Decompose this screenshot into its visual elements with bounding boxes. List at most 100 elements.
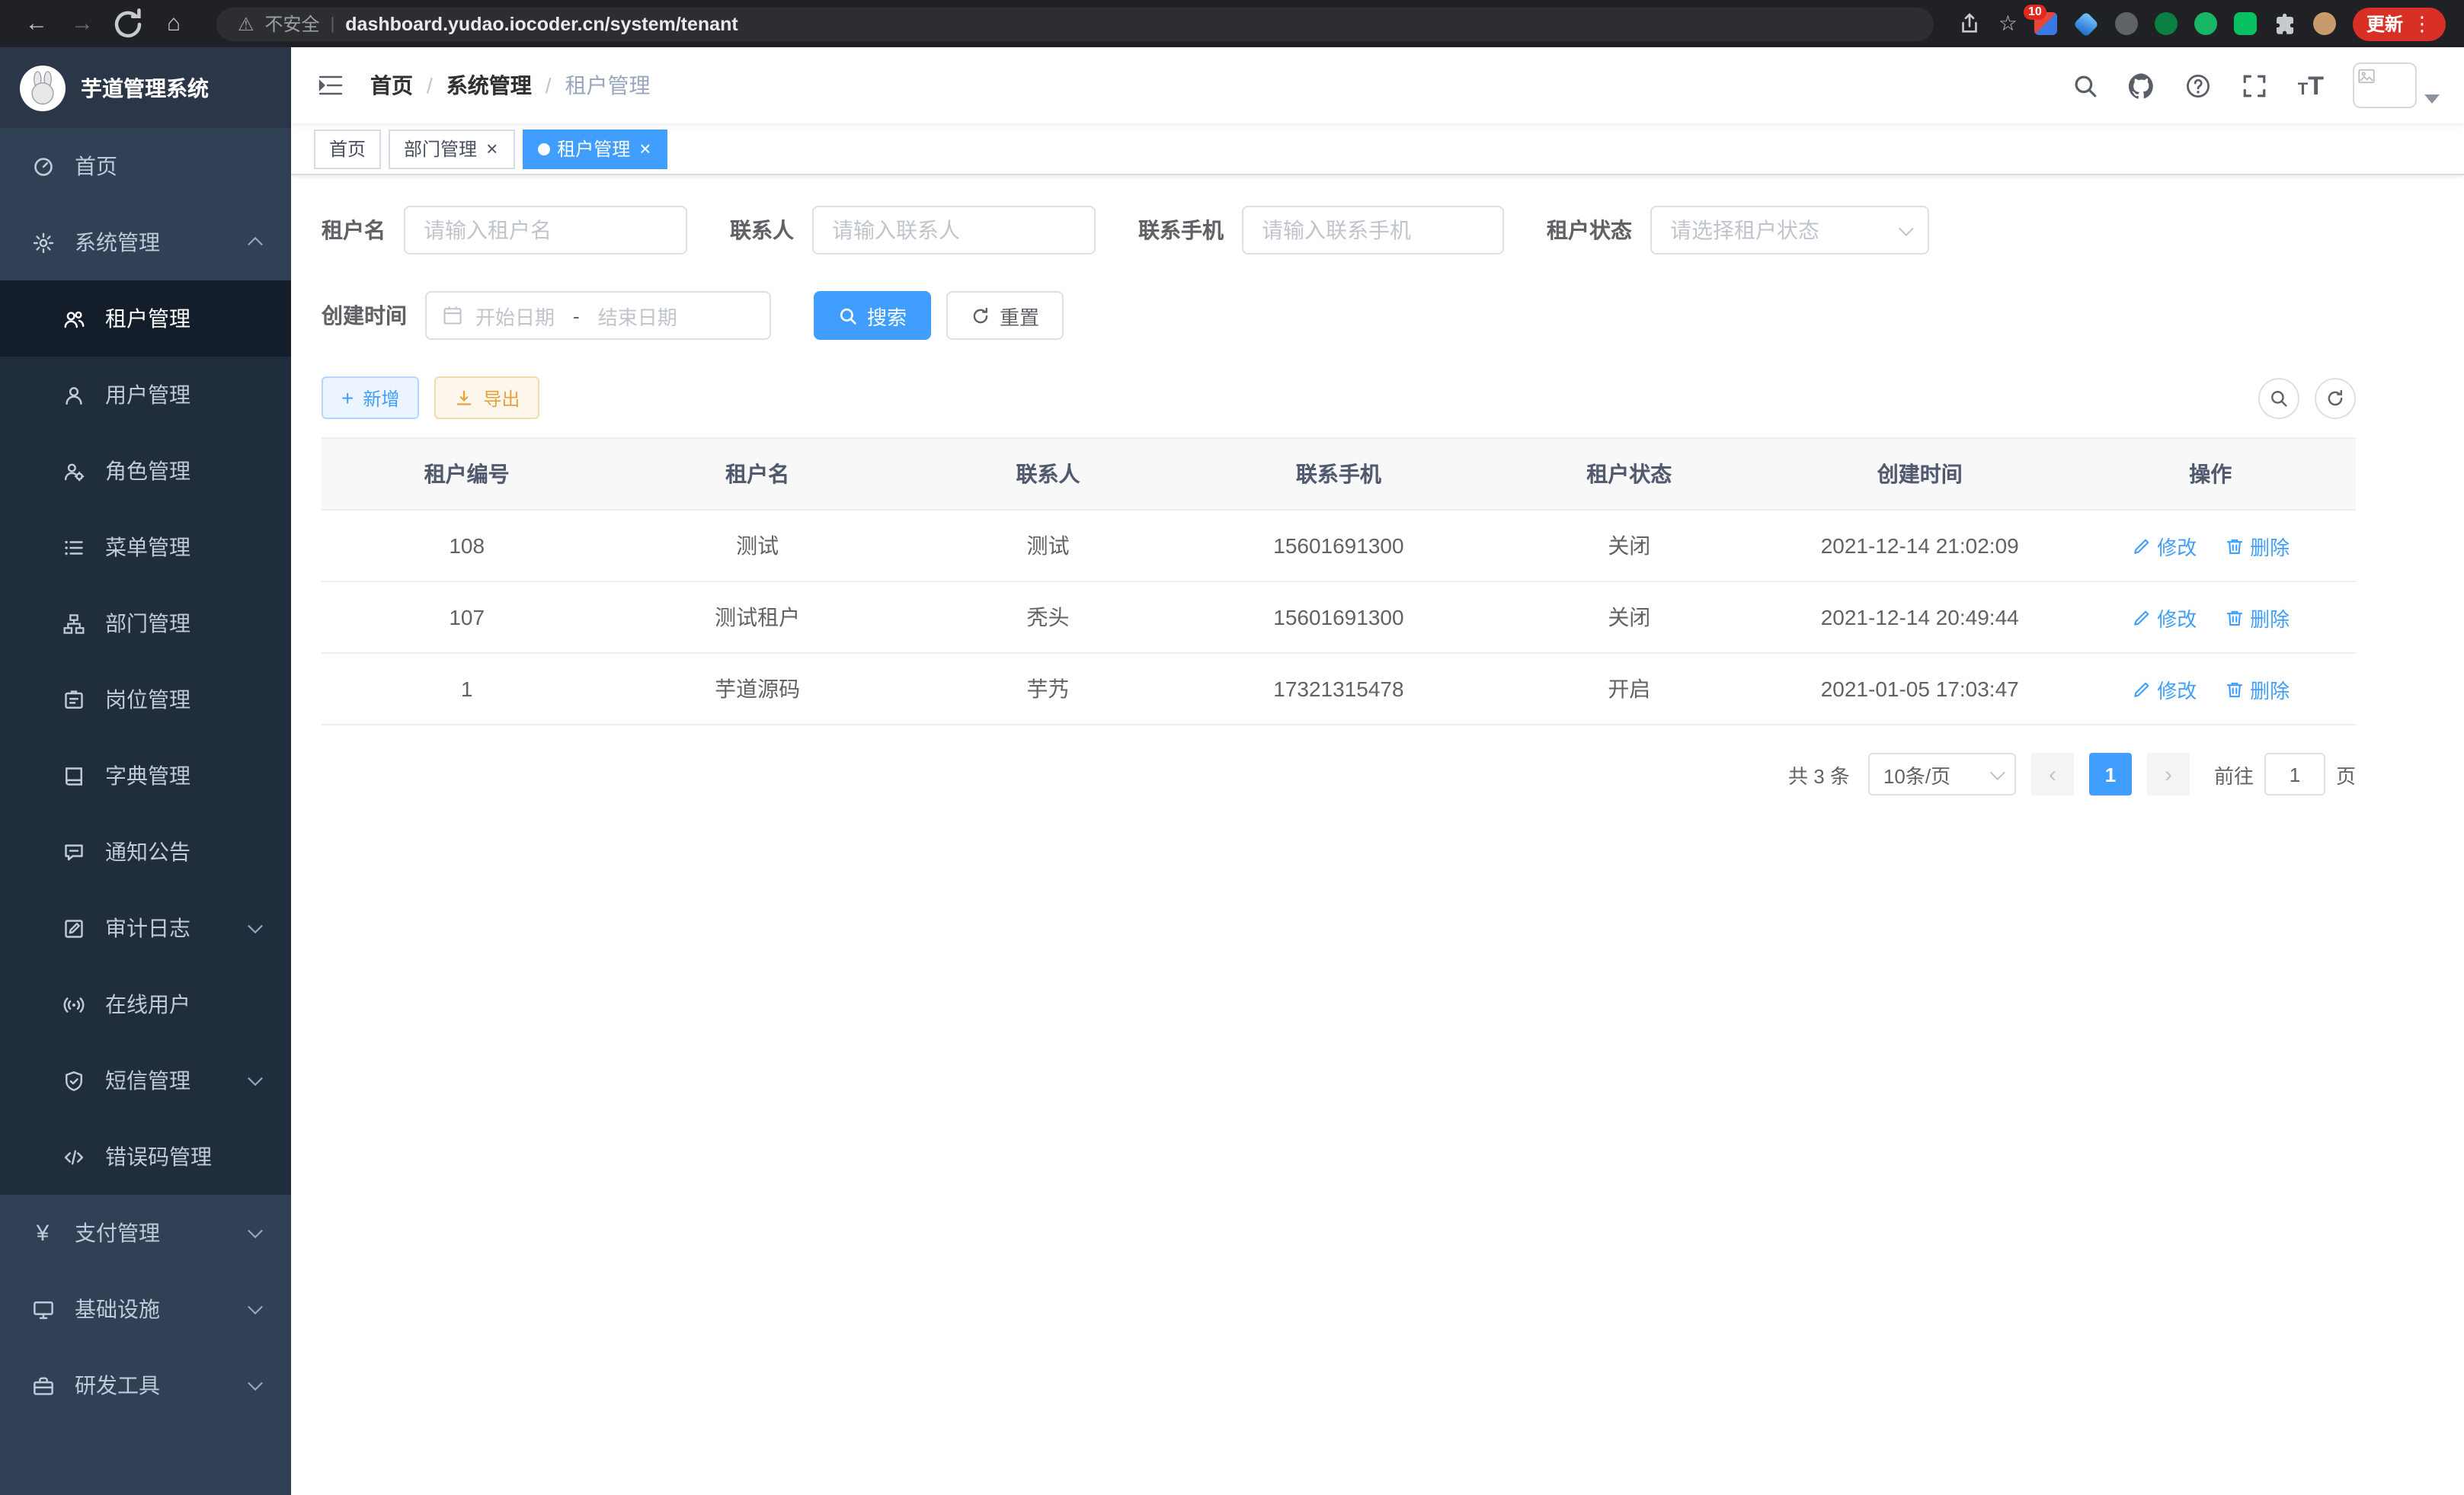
phone-field: 联系手机 <box>1138 206 1504 255</box>
logo-image <box>20 65 66 110</box>
search-button[interactable]: 搜索 <box>814 291 931 340</box>
sidebar-item-role-management[interactable]: 角色管理 <box>0 433 291 509</box>
close-icon[interactable]: × <box>485 139 499 158</box>
phone-input[interactable] <box>1242 206 1504 255</box>
page-content: 租户名 联系人 联系手机 租户状态 请选择租户状态 <box>291 175 2464 1495</box>
font-size-icon[interactable]: TT <box>2298 72 2324 98</box>
extension-icon-6[interactable] <box>2234 12 2257 35</box>
cell-tenant-name: 测试租户 <box>612 581 902 653</box>
breadcrumb-system-management[interactable]: 系统管理 <box>446 70 532 101</box>
next-page-button[interactable]: › <box>2147 753 2190 796</box>
browser-profile-avatar[interactable] <box>2313 12 2336 35</box>
delete-button[interactable]: 删除 <box>2224 531 2290 560</box>
delete-button[interactable]: 删除 <box>2224 674 2290 703</box>
browser-menu-icon[interactable]: ⋮ <box>2412 11 2432 36</box>
edit-button[interactable]: 修改 <box>2131 531 2197 560</box>
sidebar-item-infrastructure[interactable]: 基础设施 <box>0 1271 291 1347</box>
extensions-puzzle-icon[interactable] <box>2274 12 2296 35</box>
toggle-search-button[interactable] <box>2258 377 2299 418</box>
column-header: 租户名 <box>612 438 902 510</box>
extension-icon-3[interactable] <box>2115 12 2138 35</box>
role-icon <box>61 459 85 483</box>
reset-button[interactable]: 重置 <box>946 291 1064 340</box>
refresh-button[interactable] <box>2315 377 2356 418</box>
page-size-select[interactable]: 10条/页 <box>1868 753 2016 796</box>
tenant-name-field: 租户名 <box>322 206 687 255</box>
edit-button[interactable]: 修改 <box>2131 603 2197 632</box>
sidebar-toggle-icon[interactable] <box>315 70 346 101</box>
tenant-status-select[interactable]: 请选择租户状态 <box>1650 206 1929 255</box>
create-time-field: 创建时间 开始日期 - 结束日期 <box>322 291 771 340</box>
date-range-picker[interactable]: 开始日期 - 结束日期 <box>425 291 771 340</box>
chevron-down-icon <box>2424 94 2440 104</box>
extension-icon-4[interactable] <box>2155 12 2178 35</box>
share-icon[interactable] <box>1959 12 1982 35</box>
extension-icon-2[interactable] <box>2073 11 2099 37</box>
reload-icon[interactable] <box>110 5 146 42</box>
tools-icon <box>30 1373 55 1397</box>
sidebar-item-menu-management[interactable]: 菜单管理 <box>0 509 291 585</box>
goto-page-input[interactable] <box>2264 753 2325 796</box>
sidebar-item-audit-log[interactable]: 审计日志 <box>0 890 291 966</box>
phone-label: 联系手机 <box>1138 215 1224 245</box>
home-icon[interactable]: ⌂ <box>155 5 192 42</box>
tab-dept-management[interactable]: 部门管理 × <box>389 129 514 168</box>
sidebar-item-system-management[interactable]: 系统管理 <box>0 204 291 280</box>
github-icon[interactable] <box>2129 72 2156 99</box>
sidebar: 芋道管理系统 首页 系统管理 租户管理 用户管理 角色管 <box>0 47 291 1495</box>
search-icon[interactable] <box>2072 72 2100 99</box>
fullscreen-icon[interactable] <box>2242 72 2269 99</box>
cell-phone: 15601691300 <box>1193 581 1483 653</box>
sidebar-item-post-management[interactable]: 岗位管理 <box>0 661 291 738</box>
tab-home[interactable]: 首页 <box>314 129 381 168</box>
sidebar-item-dept-management[interactable]: 部门管理 <box>0 585 291 661</box>
edit-button[interactable]: 修改 <box>2131 674 2197 703</box>
cell-actions: 修改 删除 <box>2065 581 2356 653</box>
bookmark-star-icon[interactable]: ☆ <box>1998 11 2018 37</box>
breadcrumb-home[interactable]: 首页 <box>370 70 413 101</box>
extension-icon-5[interactable] <box>2194 12 2217 35</box>
sidebar-item-dict-management[interactable]: 字典管理 <box>0 738 291 814</box>
audit-log-icon <box>61 916 85 940</box>
breadcrumb-current: 租户管理 <box>565 70 651 101</box>
sidebar-item-user-management[interactable]: 用户管理 <box>0 357 291 433</box>
contact-label: 联系人 <box>730 215 794 245</box>
help-icon[interactable] <box>2185 72 2213 99</box>
not-secure-label: 不安全 <box>265 11 320 37</box>
sidebar-item-home[interactable]: 首页 <box>0 128 291 204</box>
sidebar-item-online-users[interactable]: 在线用户 <box>0 966 291 1042</box>
add-button[interactable]: + 新增 <box>322 376 419 419</box>
user-avatar-menu[interactable] <box>2353 62 2440 108</box>
column-header: 联系手机 <box>1193 438 1483 510</box>
goto-label: 前往 <box>2214 760 2254 789</box>
not-secure-warning-icon: ⚠ <box>238 13 254 34</box>
tab-tenant-management[interactable]: 租户管理 × <box>522 129 667 168</box>
calendar-icon <box>442 305 463 326</box>
extension-icon-1[interactable]: 10 <box>2034 12 2057 35</box>
user-icon <box>61 383 85 407</box>
prev-page-button[interactable]: ‹ <box>2031 753 2074 796</box>
cell-tenant-id: 1 <box>322 653 612 725</box>
sidebar-item-sms-management[interactable]: 短信管理 <box>0 1042 291 1119</box>
sidebar-item-notice[interactable]: 通知公告 <box>0 814 291 890</box>
sidebar-item-dev-tools[interactable]: 研发工具 <box>0 1347 291 1423</box>
tenant-name-input[interactable] <box>404 206 687 255</box>
page-number-button[interactable]: 1 <box>2089 753 2132 796</box>
sidebar-item-error-code-management[interactable]: 错误码管理 <box>0 1119 291 1195</box>
export-button[interactable]: 导出 <box>434 376 539 419</box>
close-icon[interactable]: × <box>638 139 652 158</box>
tenant-table: 租户编号 租户名 联系人 联系手机 租户状态 创建时间 操作 108 测试 测试 <box>322 437 2356 725</box>
breadcrumb-separator: / <box>427 73 433 98</box>
notification-badge: 10 <box>2024 5 2046 20</box>
top-navbar: 首页 / 系统管理 / 租户管理 TT <box>291 47 2464 123</box>
back-icon[interactable]: ← <box>18 5 55 42</box>
forward-icon[interactable]: → <box>64 5 101 42</box>
sidebar-item-payment-management[interactable]: ¥ 支付管理 <box>0 1195 291 1271</box>
address-bar[interactable]: ⚠ 不安全 | dashboard.yudao.iocoder.cn/syste… <box>216 7 1934 40</box>
update-button[interactable]: 更新 ⋮ <box>2353 7 2446 40</box>
delete-button[interactable]: 删除 <box>2224 603 2290 632</box>
app-logo[interactable]: 芋道管理系统 <box>0 47 291 128</box>
sidebar-item-tenant-management[interactable]: 租户管理 <box>0 280 291 357</box>
contact-input[interactable] <box>812 206 1096 255</box>
column-header: 租户状态 <box>1484 438 1774 510</box>
